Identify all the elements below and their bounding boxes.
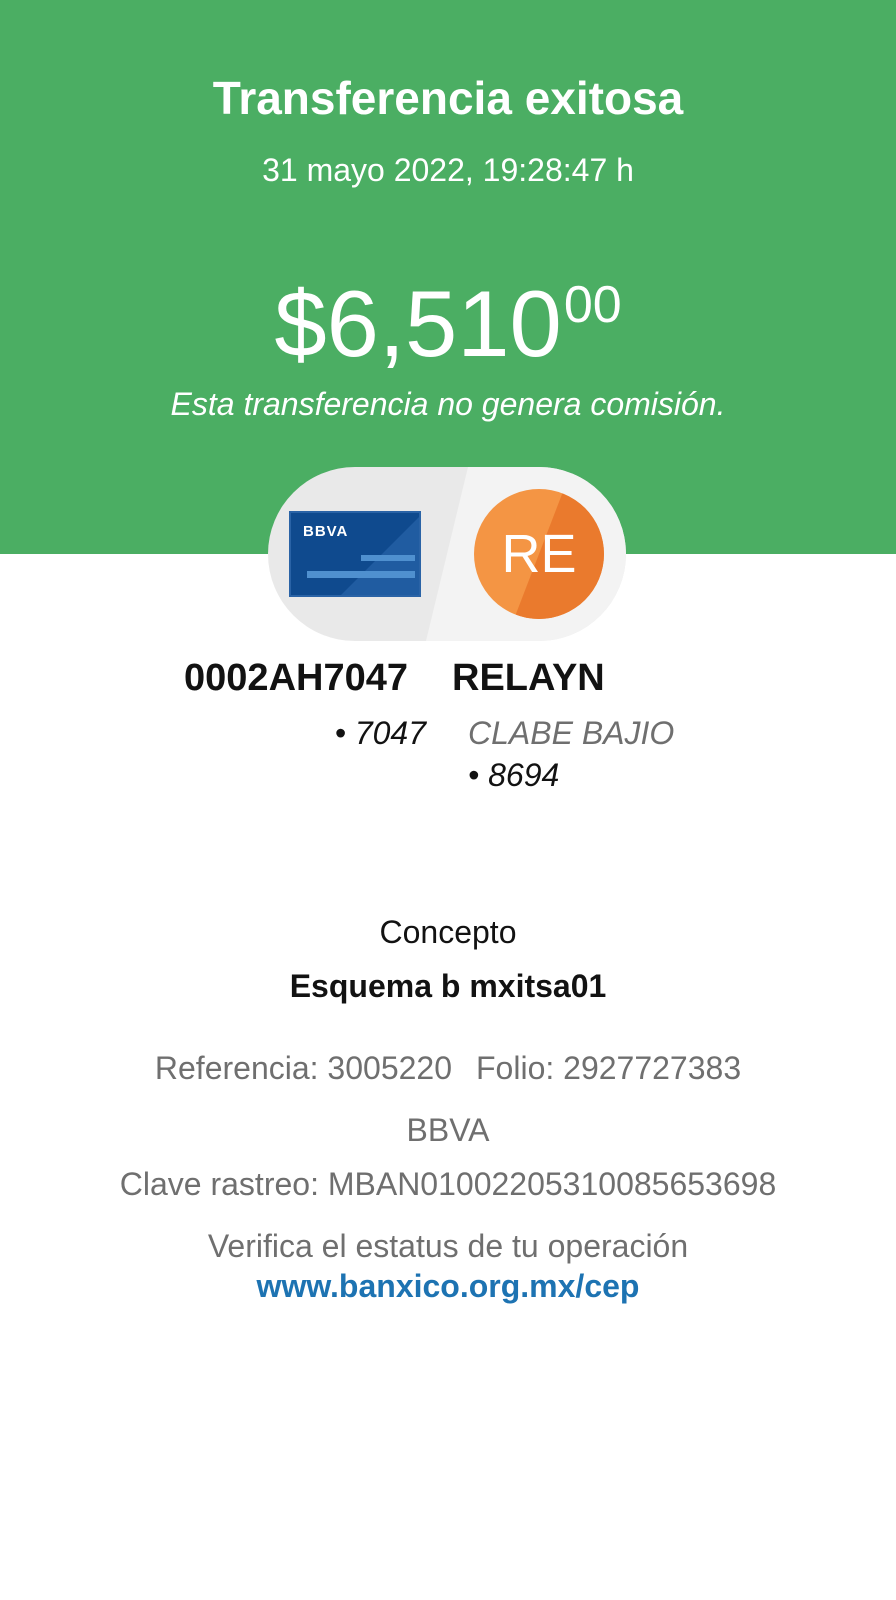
card-brand-label: BBVA [303, 523, 349, 540]
transfer-datetime: 31 mayo 2022, 19:28:47 h [262, 152, 634, 188]
banxico-link[interactable]: www.banxico.org.mx/cep [0, 1264, 896, 1308]
concept-value: Esquema b mxitsa01 [289, 968, 607, 1004]
recipient-avatar: RE [474, 489, 604, 619]
amount-main: $6,510 [274, 271, 562, 376]
issuing-bank: BBVA [406, 1112, 490, 1148]
destination-account-name: RELAYN [452, 657, 605, 699]
reference-number: Referencia: 3005220 [154, 1050, 452, 1086]
card-stripe [307, 571, 415, 578]
card-stripe [361, 555, 415, 561]
amount-cents: 00 [563, 276, 622, 334]
verify-text: Verifica el estatus de tu operación [207, 1228, 689, 1264]
concept-label: Concepto [379, 914, 517, 950]
bank-card-icon: BBVA [289, 511, 421, 597]
accounts-pill: BBVA RE [268, 467, 626, 641]
destination-account-number: • 8694 [468, 757, 560, 793]
source-account-name: 0002AH7047 [184, 657, 408, 699]
commission-note: Esta transferencia no genera comisión. [170, 386, 726, 422]
reference-folio-row: Referencia: 3005220 Folio: 2927727383 [0, 1046, 896, 1090]
destination-bank: CLABE BAJIO [468, 715, 675, 751]
source-account-number: • 7047 [334, 715, 426, 751]
folio-number: Folio: 2927727383 [476, 1050, 742, 1086]
avatar-initials: RE [501, 524, 577, 584]
tracking-key: Clave rastreo: MBAN01002205310085653698 [119, 1166, 777, 1202]
page-title: Transferencia exitosa [212, 72, 684, 124]
